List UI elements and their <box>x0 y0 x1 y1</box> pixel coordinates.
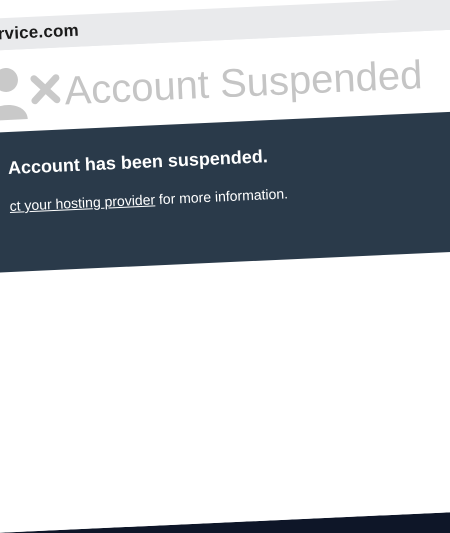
hosting-provider-link[interactable]: ct your hosting provider <box>9 191 155 214</box>
url-text[interactable]: gservice.com <box>0 21 79 46</box>
user-x-icon <box>0 68 61 121</box>
banner-heading: Account has been suspended. <box>7 146 269 178</box>
browser-window: gservice.com Account Suspended Account h… <box>0 0 450 533</box>
banner-message-suffix: for more information. <box>154 185 289 208</box>
suspension-banner: Account has been suspended. ct your host… <box>0 108 450 274</box>
page-title: Account Suspended <box>63 53 424 114</box>
page-content: Account Suspended Account has been suspe… <box>0 26 450 533</box>
banner-message: ct your hosting provider for more inform… <box>9 185 288 214</box>
